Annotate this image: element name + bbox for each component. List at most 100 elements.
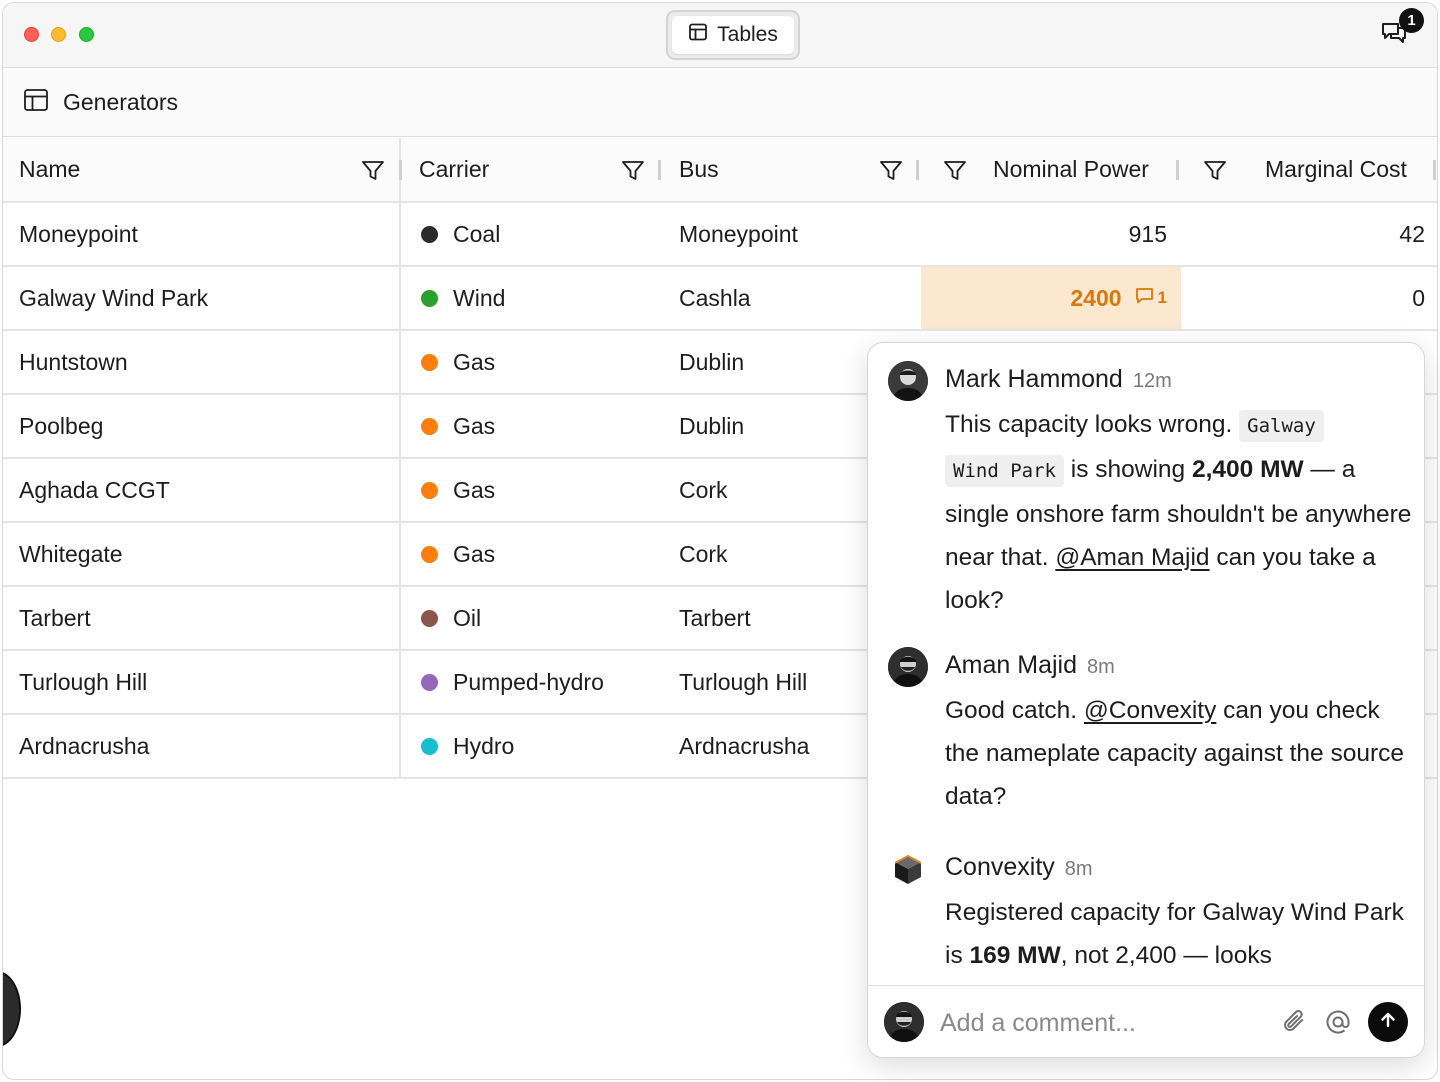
carrier-value: Hydro: [453, 732, 515, 759]
comment-bold-text: 2,400 MW: [1191, 456, 1304, 483]
comment-indicator[interactable]: 1: [1135, 287, 1167, 309]
marginal-cost-cell[interactable]: 0: [1181, 267, 1437, 329]
comment-header: Aman Majid 8m: [945, 651, 1115, 680]
name-value: Ardnacrusha: [19, 732, 150, 759]
zoom-window-button[interactable]: [79, 27, 94, 42]
name-value: Aghada CCGT: [19, 476, 170, 503]
name-value: Turlough Hill: [19, 668, 148, 695]
carrier-color-dot: [421, 289, 438, 307]
notification-badge: 1: [1399, 8, 1424, 33]
author-name[interactable]: Aman Majid: [945, 651, 1077, 679]
column-header-label: Bus: [679, 156, 719, 182]
carrier-cell[interactable]: Pumped-hydro: [403, 651, 661, 713]
table-icon: [688, 22, 708, 48]
name-cell[interactable]: Whitegate: [3, 523, 401, 585]
table-row[interactable]: Moneypoint Coal Moneypoint 915 42: [3, 203, 1437, 267]
filter-icon[interactable]: [1203, 159, 1227, 183]
at-mention-icon[interactable]: [1324, 1008, 1352, 1041]
nominal-power-cell-commented[interactable]: 2400 1: [921, 267, 1181, 329]
name-value: Huntstown: [19, 348, 128, 375]
comment-input[interactable]: [940, 1004, 1260, 1042]
filter-icon[interactable]: [621, 159, 645, 183]
avatar[interactable]: [888, 647, 928, 687]
table-header-bar: Generators: [3, 69, 1437, 137]
name-cell[interactable]: Galway Wind Park: [3, 267, 401, 329]
user-mention-link[interactable]: @Aman Majid: [1055, 544, 1209, 571]
tables-tab-label: Tables: [717, 23, 778, 46]
column-resize-handle[interactable]: [399, 160, 402, 180]
name-value: Moneypoint: [19, 220, 138, 247]
name-cell[interactable]: Huntstown: [3, 331, 401, 393]
column-header-name[interactable]: Name: [3, 138, 401, 201]
marginal-cost-cell[interactable]: 42: [1181, 203, 1437, 265]
name-cell[interactable]: Turlough Hill: [3, 651, 401, 713]
comment-count: 1: [1157, 288, 1167, 307]
carrier-cell[interactable]: Coal: [403, 203, 661, 265]
comment-body: Registered capacity for Galway Wind Park…: [945, 891, 1415, 977]
author-name[interactable]: Mark Hammond: [945, 365, 1123, 393]
comment-icon: [1135, 287, 1154, 309]
column-resize-handle[interactable]: [916, 160, 919, 180]
filter-icon[interactable]: [943, 159, 967, 183]
bus-value: Dublin: [679, 412, 745, 439]
title-bar: Tables: [3, 3, 1437, 68]
column-resize-handle[interactable]: [658, 160, 661, 180]
marginal-cost-value: 42: [1399, 220, 1425, 247]
filter-icon[interactable]: [879, 159, 903, 183]
name-value: Tarbert: [19, 604, 91, 631]
bus-value: Moneypoint: [679, 220, 798, 247]
carrier-cell[interactable]: Wind: [403, 267, 661, 329]
carrier-cell[interactable]: Gas: [403, 395, 661, 457]
marginal-cost-value: 0: [1412, 284, 1425, 311]
column-resize-handle[interactable]: [1433, 160, 1436, 180]
carrier-cell[interactable]: Hydro: [403, 715, 661, 777]
name-value: Galway Wind Park: [19, 284, 209, 311]
carrier-cell[interactable]: Gas: [403, 523, 661, 585]
name-cell[interactable]: Ardnacrusha: [3, 715, 401, 777]
comment-thread[interactable]: Mark Hammond 12m This capacity looks wron…: [868, 343, 1424, 985]
carrier-color-dot: [421, 609, 438, 627]
user-mention-link[interactable]: @Convexity: [1084, 697, 1216, 724]
name-cell[interactable]: Tarbert: [3, 587, 401, 649]
carrier-value: Oil: [453, 604, 482, 631]
author-name[interactable]: Convexity: [945, 853, 1055, 881]
comment-body: This capacity looks wrong. Galway Wind Pa…: [945, 403, 1415, 622]
carrier-value: Pumped-hydro: [453, 668, 604, 695]
comment-time: 12m: [1132, 370, 1172, 392]
floating-action-button[interactable]: [3, 971, 21, 1047]
comment: Mark Hammond 12m This capacity looks wron…: [888, 361, 1411, 621]
close-window-button[interactable]: [24, 27, 39, 42]
carrier-value: Gas: [453, 348, 496, 375]
minimize-window-button[interactable]: [51, 27, 66, 42]
comment: Convexity 8m Registered capacity for Galw…: [888, 849, 1408, 985]
avatar[interactable]: [888, 361, 928, 401]
nominal-power-cell[interactable]: 915: [921, 203, 1181, 265]
name-cell[interactable]: Aghada CCGT: [3, 459, 401, 521]
tables-tab[interactable]: Tables: [666, 10, 800, 60]
bus-value: Dublin: [679, 348, 745, 375]
tables-tab-inner[interactable]: Tables: [672, 16, 794, 54]
carrier-cell[interactable]: Gas: [403, 459, 661, 521]
carrier-value: Coal: [453, 220, 501, 247]
table-row[interactable]: Galway Wind Park Wind Cashla 2400 1 0: [3, 267, 1437, 331]
bus-cell[interactable]: Moneypoint: [663, 203, 921, 265]
paperclip-icon[interactable]: [1280, 1008, 1308, 1041]
convexity-logo-avatar[interactable]: [888, 849, 928, 889]
carrier-cell[interactable]: Oil: [403, 587, 661, 649]
nominal-power-value: 2400: [1070, 284, 1122, 311]
name-cell[interactable]: Poolbeg: [3, 395, 401, 457]
inline-code: Galway: [1239, 410, 1324, 442]
carrier-cell[interactable]: Gas: [403, 331, 661, 393]
column-header-label: Nominal Power: [993, 156, 1149, 182]
send-button[interactable]: [1368, 1002, 1408, 1042]
bus-cell[interactable]: Cashla: [663, 267, 921, 329]
name-cell[interactable]: Moneypoint: [3, 203, 401, 265]
filter-icon[interactable]: [361, 159, 385, 183]
comment-text: Good catch.: [945, 697, 1084, 724]
carrier-value: Gas: [453, 476, 496, 503]
column-resize-handle[interactable]: [1176, 160, 1179, 180]
bus-value: Cork: [679, 540, 728, 567]
carrier-color-dot: [421, 737, 438, 755]
bus-value: Tarbert: [679, 604, 751, 631]
bus-value: Turlough Hill: [679, 668, 808, 695]
